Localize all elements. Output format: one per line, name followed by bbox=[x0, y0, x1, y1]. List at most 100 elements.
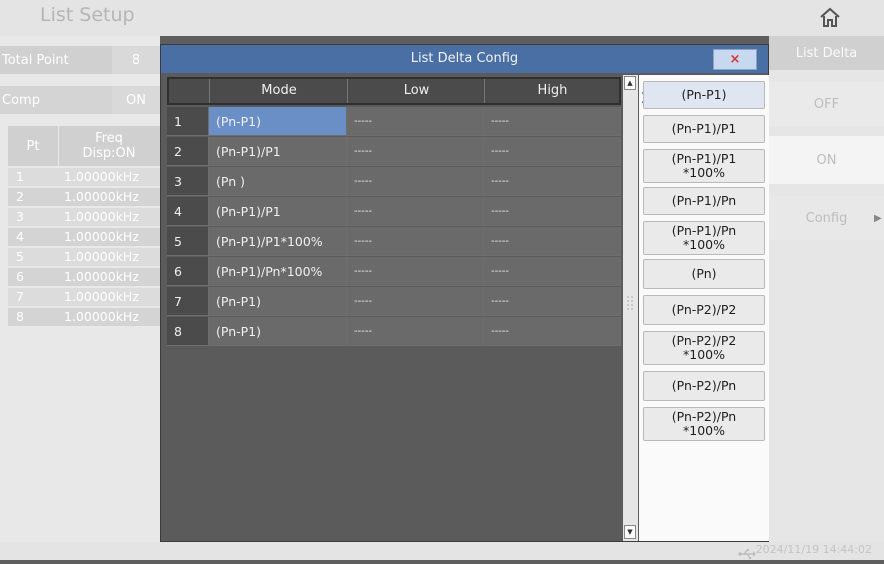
high-cell[interactable]: ----- bbox=[484, 317, 621, 346]
dialog-title: List Delta Config bbox=[410, 51, 519, 66]
mode-option-button[interactable]: (Pn-P1) bbox=[643, 81, 765, 109]
point-number: 3 bbox=[16, 209, 24, 224]
off-button[interactable]: OFF bbox=[769, 82, 884, 126]
status-bar: 2024/11/19 14:44:02 bbox=[0, 542, 884, 560]
point-row[interactable]: 8 1.00000kHz bbox=[8, 308, 160, 326]
mode-option-button[interactable]: (Pn-P2)/Pn bbox=[643, 371, 765, 401]
point-row[interactable]: 1 1.00000kHz bbox=[8, 168, 160, 186]
point-number: 2 bbox=[16, 189, 24, 204]
option-label: (Pn-P2)/P2 bbox=[671, 302, 737, 317]
mode-cell[interactable]: (Pn-P1) bbox=[209, 107, 347, 136]
point-row[interactable]: 7 1.00000kHz bbox=[8, 288, 160, 306]
row-index: 5 bbox=[167, 227, 209, 256]
mode-cell[interactable]: (Pn-P1)/P1 bbox=[209, 137, 347, 166]
point-table-header: Pt Freq Disp:ON bbox=[8, 126, 160, 166]
dialog-title-bar: List Delta Config × bbox=[161, 45, 768, 73]
config-label: Config bbox=[805, 210, 848, 226]
scroll-down-button[interactable]: ▼ bbox=[624, 525, 636, 539]
mode-cell[interactable]: (Pn-P1) bbox=[209, 317, 347, 346]
mode-cell[interactable]: (Pn-P1)/P1 bbox=[209, 197, 347, 226]
freq-header-disp: Disp:ON bbox=[82, 146, 136, 161]
config-button[interactable]: Config ▶ bbox=[769, 196, 884, 240]
mode-option-button[interactable]: (Pn) bbox=[643, 259, 765, 289]
scroll-up-button[interactable]: ▲ bbox=[624, 76, 636, 90]
low-cell[interactable]: ----- bbox=[347, 107, 484, 136]
row-index: 7 bbox=[167, 287, 209, 316]
low-cell[interactable]: ----- bbox=[347, 287, 484, 316]
point-row[interactable]: 6 1.00000kHz bbox=[8, 268, 160, 286]
mode-column-header: Mode bbox=[209, 79, 348, 103]
home-button[interactable] bbox=[818, 6, 842, 30]
mode-option-button[interactable]: (Pn-P1)/P1 bbox=[643, 115, 765, 143]
low-cell[interactable]: ----- bbox=[347, 137, 484, 166]
high-cell[interactable]: ----- bbox=[484, 227, 621, 256]
table-row[interactable]: 6 (Pn-P1)/Pn*100% ----- ----- bbox=[167, 257, 621, 287]
mode-cell[interactable]: (Pn-P1)/P1*100% bbox=[209, 227, 347, 256]
low-cell[interactable]: ----- bbox=[347, 227, 484, 256]
comp-row[interactable]: Comp ON bbox=[0, 86, 160, 114]
close-icon: × bbox=[729, 52, 741, 67]
high-cell[interactable]: ----- bbox=[484, 197, 621, 226]
table-row[interactable]: 3 (Pn ) ----- ----- bbox=[167, 167, 621, 197]
right-panel: List Delta OFF ON Config ▶ bbox=[769, 36, 884, 542]
option-label: (Pn-P2)/Pn bbox=[671, 409, 737, 424]
point-row[interactable]: 5 1.00000kHz bbox=[8, 248, 160, 266]
mode-option-list: 〉 (Pn-P1)(Pn-P1)/P1(Pn-P1)/P1*100%(Pn-P1… bbox=[639, 75, 769, 541]
low-cell[interactable]: ----- bbox=[347, 317, 484, 346]
high-cell[interactable]: ----- bbox=[484, 137, 621, 166]
low-cell[interactable]: ----- bbox=[347, 197, 484, 226]
total-point-label: Total Point bbox=[2, 52, 69, 68]
mode-option-button[interactable]: (Pn-P1)/Pn *100% bbox=[643, 221, 765, 255]
list-delta-config-dialog: List Delta Config × Mode Low High 1 (Pn-P… bbox=[160, 44, 769, 542]
home-icon bbox=[820, 7, 840, 27]
mode-cell[interactable]: (Pn ) bbox=[209, 167, 347, 196]
option-label: (Pn-P1)/P1 bbox=[671, 151, 737, 166]
option-label: (Pn) bbox=[691, 266, 717, 281]
mode-option-button[interactable]: (Pn-P1)/Pn bbox=[643, 187, 765, 215]
option-label: (Pn-P1)/Pn bbox=[671, 223, 737, 238]
point-row[interactable]: 2 1.00000kHz bbox=[8, 188, 160, 206]
total-point-value[interactable]: 8 bbox=[112, 46, 160, 74]
row-index: 3 bbox=[167, 167, 209, 196]
point-number: 4 bbox=[16, 229, 24, 244]
option-label: (Pn-P2)/P2 bbox=[671, 333, 737, 348]
table-row[interactable]: 4 (Pn-P1)/P1 ----- ----- bbox=[167, 197, 621, 227]
mode-cell[interactable]: (Pn-P1)/Pn*100% bbox=[209, 257, 347, 286]
list-delta-title: List Delta bbox=[769, 36, 884, 70]
mode-option-button[interactable]: (Pn-P2)/P2 bbox=[643, 295, 765, 325]
option-scrollbar[interactable]: ▲ ▼ bbox=[623, 75, 638, 541]
high-cell[interactable]: ----- bbox=[484, 107, 621, 136]
table-row[interactable]: 2 (Pn-P1)/P1 ----- ----- bbox=[167, 137, 621, 167]
header-bar: List Setup bbox=[0, 0, 884, 36]
high-cell[interactable]: ----- bbox=[484, 287, 621, 316]
point-row[interactable]: 4 1.00000kHz bbox=[8, 228, 160, 246]
mode-cell[interactable]: (Pn-P1) bbox=[209, 287, 347, 316]
table-row[interactable]: 7 (Pn-P1) ----- ----- bbox=[167, 287, 621, 317]
point-frequency: 1.00000kHz bbox=[64, 249, 139, 264]
low-cell[interactable]: ----- bbox=[347, 257, 484, 286]
table-row[interactable]: 1 (Pn-P1) ----- ----- bbox=[167, 107, 621, 137]
row-index: 2 bbox=[167, 137, 209, 166]
option-label-suffix: *100% bbox=[683, 347, 725, 362]
total-point-row[interactable]: Total Point 8 bbox=[0, 46, 160, 74]
low-cell[interactable]: ----- bbox=[347, 167, 484, 196]
row-index: 1 bbox=[167, 107, 209, 136]
option-label: (Pn-P2)/Pn bbox=[671, 378, 737, 393]
mode-option-button[interactable]: (Pn-P1)/P1 *100% bbox=[643, 149, 765, 183]
point-row[interactable]: 3 1.00000kHz bbox=[8, 208, 160, 226]
on-button[interactable]: ON bbox=[769, 136, 884, 184]
option-label: (Pn-P1)/Pn bbox=[671, 193, 737, 208]
low-column-header: Low bbox=[347, 79, 485, 103]
high-cell[interactable]: ----- bbox=[484, 257, 621, 286]
close-button[interactable]: × bbox=[713, 49, 757, 70]
high-cell[interactable]: ----- bbox=[484, 167, 621, 196]
comp-value[interactable]: ON bbox=[112, 86, 160, 114]
option-label: (Pn-P1)/P1 bbox=[671, 121, 737, 136]
mode-option-button[interactable]: (Pn-P2)/Pn *100% bbox=[643, 407, 765, 441]
scroll-grip-icon[interactable] bbox=[627, 295, 634, 310]
table-row[interactable]: 8 (Pn-P1) ----- ----- bbox=[167, 317, 621, 347]
point-frequency: 1.00000kHz bbox=[64, 209, 139, 224]
table-row[interactable]: 5 (Pn-P1)/P1*100% ----- ----- bbox=[167, 227, 621, 257]
row-index: 4 bbox=[167, 197, 209, 226]
mode-option-button[interactable]: (Pn-P2)/P2 *100% bbox=[643, 331, 765, 365]
